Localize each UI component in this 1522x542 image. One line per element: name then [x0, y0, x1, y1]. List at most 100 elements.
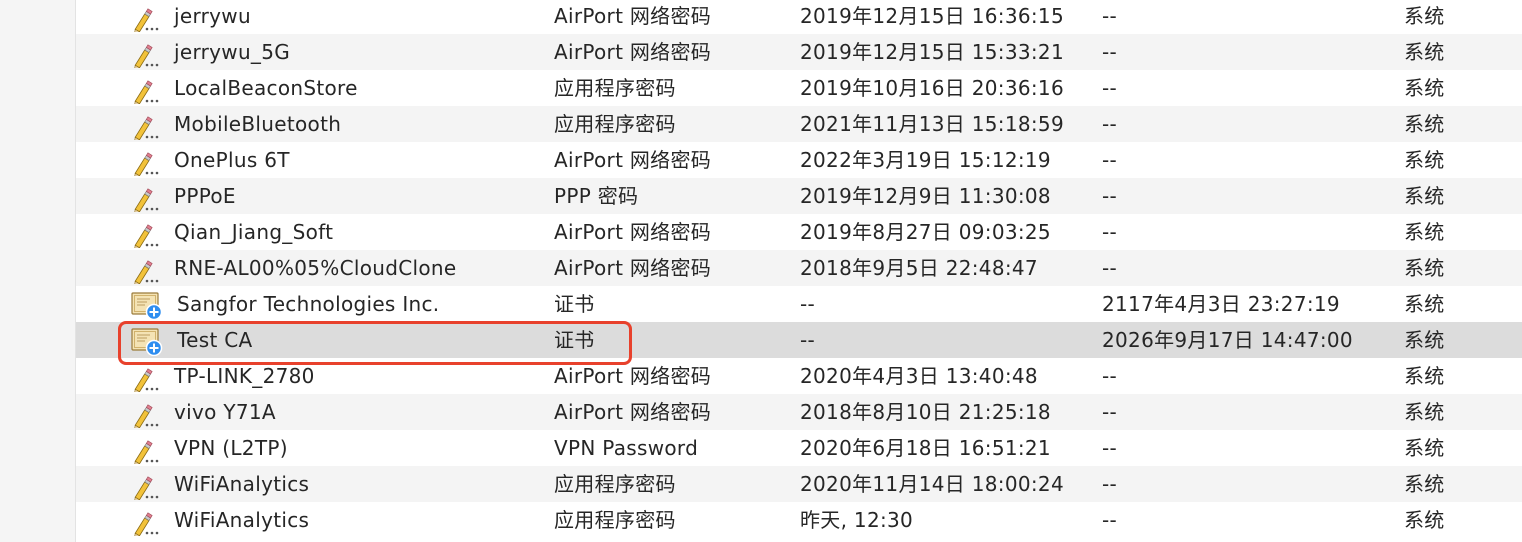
item-keychain: 系统 [1404, 508, 1445, 532]
item-kind: AirPort 网络密码 [554, 4, 712, 28]
pencil-icon [133, 224, 159, 248]
item-kind: AirPort 网络密码 [554, 220, 712, 244]
item-kind: AirPort 网络密码 [554, 148, 712, 172]
table-row[interactable]: OnePlus 6T AirPort 网络密码 2022年3月19日 15:12… [76, 142, 1522, 178]
item-keychain: 系统 [1404, 40, 1445, 64]
item-keychain: 系统 [1404, 4, 1445, 28]
item-expires: -- [1102, 76, 1118, 100]
table-row[interactable]: jerrywu_5G AirPort 网络密码 2019年12月15日 15:3… [76, 34, 1522, 70]
item-name: WiFiAnalytics [174, 508, 310, 532]
item-keychain: 系统 [1404, 292, 1445, 316]
table-row[interactable]: Sangfor Technologies Inc. 证书 -- 2117年4月3… [76, 286, 1522, 322]
item-expires: -- [1102, 436, 1118, 460]
item-expires: -- [1102, 4, 1118, 28]
pencil-icon [133, 80, 159, 104]
pencil-icon [133, 44, 159, 68]
item-expires: -- [1102, 148, 1118, 172]
item-expires: 2117年4月3日 23:27:19 [1102, 292, 1340, 316]
item-name: vivo Y71A [174, 400, 276, 424]
item-keychain: 系统 [1404, 220, 1445, 244]
item-name: MobileBluetooth [174, 112, 342, 136]
item-expires: -- [1102, 220, 1118, 244]
item-name: Sangfor Technologies Inc. [177, 292, 440, 316]
item-expires: -- [1102, 112, 1118, 136]
table-row[interactable]: vivo Y71A AirPort 网络密码 2018年8月10日 21:25:… [76, 394, 1522, 430]
item-expires: -- [1102, 400, 1118, 424]
item-name: LocalBeaconStore [174, 76, 358, 100]
item-expires: -- [1102, 364, 1118, 388]
item-modified: 昨天, 12:30 [800, 508, 914, 532]
table-row[interactable]: RNE-AL00%05%CloudClone AirPort 网络密码 2018… [76, 250, 1522, 286]
table-row[interactable]: VPN (L2TP) VPN Password 2020年6月18日 16:51… [76, 430, 1522, 466]
item-kind: PPP 密码 [554, 184, 639, 208]
item-keychain: 系统 [1404, 76, 1445, 100]
pencil-icon [133, 368, 159, 392]
item-keychain: 系统 [1404, 184, 1445, 208]
pencil-icon [133, 8, 159, 32]
table-row[interactable]: PPPoE PPP 密码 2019年12月9日 11:30:08 -- 系统 [76, 178, 1522, 214]
item-modified: 2019年12月15日 15:33:21 [800, 40, 1064, 64]
item-expires: -- [1102, 472, 1118, 496]
item-name: Qian_Jiang_Soft [174, 220, 334, 244]
item-keychain: 系统 [1404, 148, 1445, 172]
pencil-icon [133, 476, 159, 500]
pencil-icon [133, 152, 159, 176]
certificate-icon [131, 292, 163, 320]
item-keychain: 系统 [1404, 256, 1445, 280]
table-row[interactable]: jerrywu AirPort 网络密码 2019年12月15日 16:36:1… [76, 0, 1522, 34]
item-kind: AirPort 网络密码 [554, 256, 712, 280]
item-expires: -- [1102, 508, 1118, 532]
item-modified: 2021年11月13日 15:18:59 [800, 112, 1064, 136]
item-modified: -- [800, 292, 816, 316]
item-kind: 应用程序密码 [554, 112, 676, 136]
item-keychain: 系统 [1404, 328, 1445, 352]
item-modified: 2020年11月14日 18:00:24 [800, 472, 1064, 496]
item-keychain: 系统 [1404, 436, 1445, 460]
keychain-items-table: jerrywu AirPort 网络密码 2019年12月15日 16:36:1… [76, 0, 1522, 538]
item-modified: 2018年9月5日 22:48:47 [800, 256, 1038, 280]
item-kind: 应用程序密码 [554, 76, 676, 100]
sidebar-edge [0, 0, 76, 542]
item-keychain: 系统 [1404, 472, 1445, 496]
pencil-icon [133, 440, 159, 464]
table-row[interactable]: WiFiAnalytics 应用程序密码 2020年11月14日 18:00:2… [76, 466, 1522, 502]
pencil-icon [133, 260, 159, 284]
item-kind: 应用程序密码 [554, 472, 676, 496]
item-keychain: 系统 [1404, 112, 1445, 136]
pencil-icon [133, 116, 159, 140]
table-row[interactable]: MobileBluetooth 应用程序密码 2021年11月13日 15:18… [76, 106, 1522, 142]
item-modified: 2022年3月19日 15:12:19 [800, 148, 1051, 172]
item-expires: -- [1102, 40, 1118, 64]
item-modified: 2019年12月15日 16:36:15 [800, 4, 1064, 28]
item-name: OnePlus 6T [174, 148, 290, 172]
item-expires: 2026年9月17日 14:47:00 [1102, 328, 1353, 352]
pencil-icon [133, 404, 159, 428]
item-expires: -- [1102, 256, 1118, 280]
item-name: WiFiAnalytics [174, 472, 310, 496]
item-keychain: 系统 [1404, 400, 1445, 424]
item-name: jerrywu [174, 4, 251, 28]
pencil-icon [133, 188, 159, 212]
item-modified: 2019年8月27日 09:03:25 [800, 220, 1051, 244]
item-kind: AirPort 网络密码 [554, 400, 712, 424]
table-row[interactable]: WiFiAnalytics 应用程序密码 昨天, 12:30 -- 系统 [76, 502, 1522, 538]
item-kind: AirPort 网络密码 [554, 40, 712, 64]
item-modified: 2020年4月3日 13:40:48 [800, 364, 1038, 388]
highlight-annotation-box [118, 321, 632, 365]
item-modified: 2019年10月16日 20:36:16 [800, 76, 1064, 100]
item-modified: 2019年12月9日 11:30:08 [800, 184, 1051, 208]
item-kind: 应用程序密码 [554, 508, 676, 532]
item-modified: 2020年6月18日 16:51:21 [800, 436, 1051, 460]
item-name: VPN (L2TP) [174, 436, 288, 460]
item-kind: 证书 [554, 292, 595, 316]
table-row[interactable]: Qian_Jiang_Soft AirPort 网络密码 2019年8月27日 … [76, 214, 1522, 250]
item-expires: -- [1102, 184, 1118, 208]
item-name: jerrywu_5G [174, 40, 291, 64]
item-name: RNE-AL00%05%CloudClone [174, 256, 457, 280]
pencil-icon [133, 512, 159, 536]
item-modified: 2018年8月10日 21:25:18 [800, 400, 1051, 424]
item-kind: VPN Password [554, 436, 699, 460]
item-name: PPPoE [174, 184, 236, 208]
table-row[interactable]: LocalBeaconStore 应用程序密码 2019年10月16日 20:3… [76, 70, 1522, 106]
item-modified: -- [800, 328, 816, 352]
